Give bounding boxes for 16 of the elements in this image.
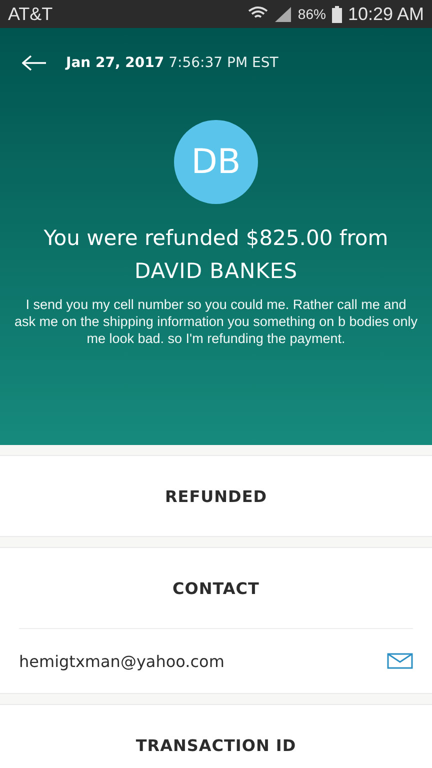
sender-name: DAVID BANKES [134,258,298,285]
transaction-date: Jan 27, 2017 7:56:37 PM EST [66,55,278,71]
section-title: REFUNDED [164,486,268,508]
clock-time: 10:29 AM [348,4,424,24]
contact-email[interactable]: hemigtxman@yahoo.com [19,652,224,670]
section-title: CONTACT [172,578,260,600]
back-arrow-icon[interactable] [22,55,46,71]
battery-icon [332,6,342,22]
carrier-name: AT&T [8,4,53,24]
refund-title: You were refunded $825.00 from [44,225,388,252]
refund-message: I send you my cell number so you could me. Rather call me and ask me on the shipping information you something on b bodies only me look bad. so I'm refunding the payment. [14,296,418,347]
avatar: DB [174,120,258,204]
mail-icon[interactable] [387,653,413,669]
section-title: TRANSACTION ID [134,734,298,756]
battery-percent: 86% [298,6,326,22]
signal-icon [274,6,292,22]
